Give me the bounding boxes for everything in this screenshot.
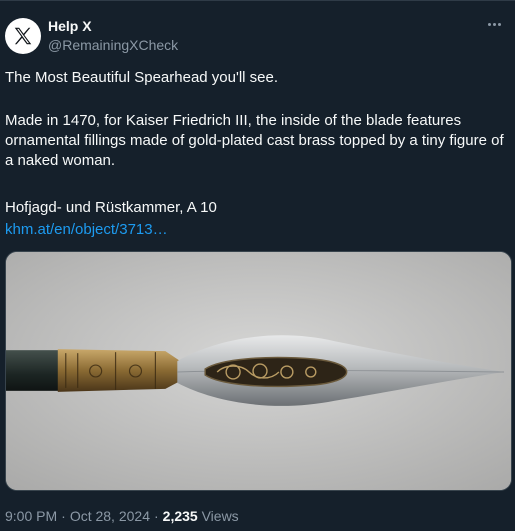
more-horizontal-icon (487, 22, 491, 26)
author-handle[interactable]: @RemainingXCheck (48, 37, 178, 53)
more-options-button[interactable] (481, 13, 507, 35)
tweet-text-line-2: Made in 1470, for Kaiser Friedrich III, … (5, 112, 504, 169)
tweet-date[interactable]: Oct 28, 2024 (70, 508, 150, 524)
tweet-time[interactable]: 9:00 PM (5, 508, 57, 524)
more-horizontal-icon (497, 22, 501, 26)
views-label: Views (201, 508, 239, 524)
tweet-card: Help X @RemainingXCheck The Most Beautif… (0, 0, 515, 531)
author-name[interactable]: Help X (48, 18, 92, 34)
tweet-image[interactable] (5, 251, 512, 491)
spearhead-image (6, 252, 511, 490)
x-logo-icon (14, 27, 32, 45)
tweet-text-line-3: Hofjagd- und Rüstkammer, A 10 (5, 199, 217, 216)
views-count: 2,235 (162, 508, 198, 524)
tweet-meta: 9:00 PM · Oct 28, 2024 · 2,235 Views (5, 508, 239, 524)
tweet-link[interactable]: khm.at/en/object/3713… (5, 220, 168, 240)
tweet-text-line-1: The Most Beautiful Spearhead you'll see. (5, 69, 279, 86)
more-horizontal-icon (492, 22, 496, 26)
avatar[interactable] (5, 18, 41, 54)
